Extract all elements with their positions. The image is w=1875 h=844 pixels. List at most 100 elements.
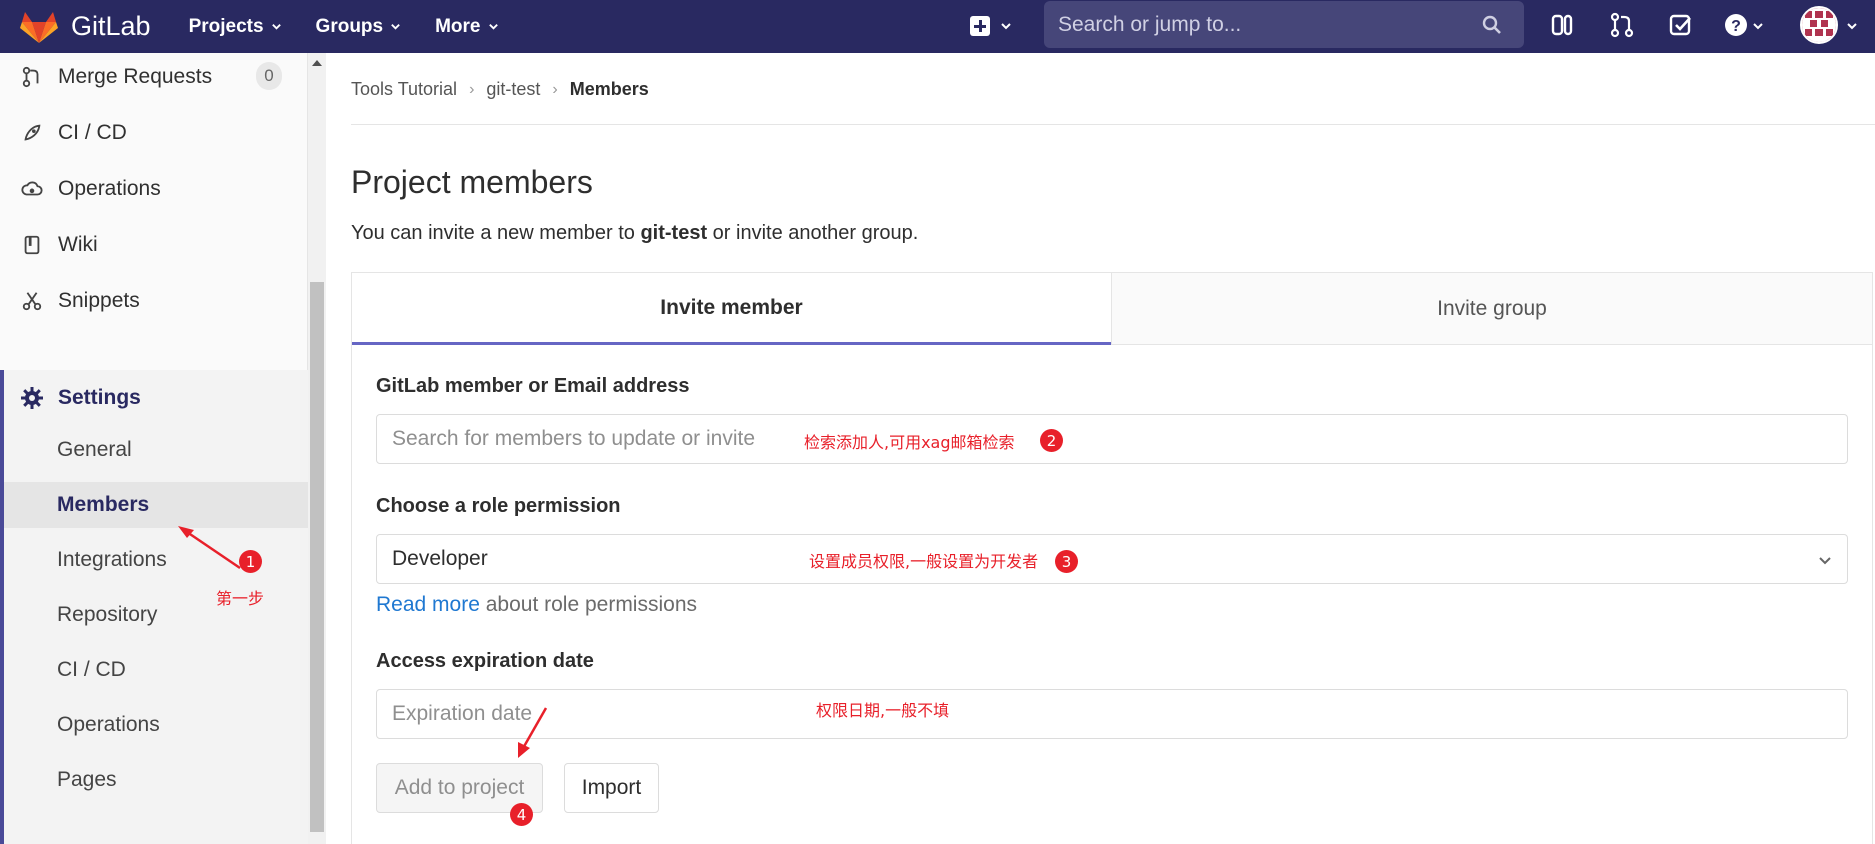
nav-groups-label: Groups <box>315 15 384 37</box>
sidebar-subitem-members[interactable]: Members <box>4 482 308 528</box>
role-help-text: Read more about role permissions <box>376 593 697 617</box>
breadcrumb: Tools Tutorial › git-test › Members <box>351 79 649 100</box>
help-icon[interactable]: ? <box>1724 12 1750 38</box>
plus-square-icon <box>970 16 990 36</box>
nav-groups-menu[interactable]: Groups <box>316 16 402 38</box>
annotation-role-note: 设置成员权限,一般设置为开发者 <box>809 552 1039 571</box>
nav-menu: Projects Groups More <box>189 16 533 38</box>
expiration-field-label: Access expiration date <box>376 650 594 672</box>
todo-icon[interactable] <box>1668 12 1694 38</box>
tab-invite-member[interactable]: Invite member <box>352 273 1111 345</box>
chevron-down-icon <box>1753 23 1763 30</box>
divider <box>351 124 1875 125</box>
sidebar-subitem-ci-cd[interactable]: CI / CD <box>4 647 308 693</box>
sidebar-subitem-label: Operations <box>57 713 160 736</box>
search-icon <box>1482 15 1501 34</box>
sidebar-item-wiki[interactable]: Wiki <box>0 217 306 273</box>
scissors-icon <box>20 289 44 313</box>
import-button[interactable]: Import <box>564 763 659 813</box>
tab-invite-group[interactable]: Invite group <box>1111 273 1872 345</box>
sidebar-scrollbar-thumb[interactable] <box>310 282 324 832</box>
intro-prefix: You can invite a new member to <box>351 222 641 244</box>
gitlab-logo[interactable]: GitLab <box>20 0 151 53</box>
sidebar-subitem-label: CI / CD <box>57 658 126 681</box>
cloud-gear-icon <box>20 177 44 201</box>
chevron-down-icon <box>1001 23 1011 30</box>
breadcrumb-group-link[interactable]: Tools Tutorial <box>351 79 457 100</box>
sidebar-item-snippets[interactable]: Snippets <box>0 273 306 329</box>
member-search-field[interactable] <box>376 414 1848 464</box>
sidebar-subitem-label: Integrations <box>57 548 167 571</box>
annotation-expiry-note: 权限日期,一般不填 <box>816 701 950 720</box>
sidebar-item-label: Merge Requests <box>58 65 213 88</box>
role-select[interactable]: Developer <box>376 534 1848 584</box>
annotation-number-1: 1 <box>239 550 262 573</box>
sidebar-item-ci-cd[interactable]: CI / CD <box>0 105 306 161</box>
page-intro: You can invite a new member to git-test … <box>351 222 918 245</box>
sidebar-subitem-label: Pages <box>57 768 117 791</box>
sidebar-subitem-label: Members <box>57 493 150 516</box>
nav-more-label: More <box>435 15 481 37</box>
new-dropdown-button[interactable] <box>970 12 1012 40</box>
gitlab-tanuki-icon <box>20 11 58 43</box>
breadcrumb-current[interactable]: Members <box>570 79 649 100</box>
book-icon <box>20 233 44 257</box>
sidebar-item-label: Operations <box>58 177 161 200</box>
sidebar-item-settings[interactable]: Settings <box>0 370 306 426</box>
identicon-avatar-icon <box>1802 8 1836 42</box>
sidebar-item-label: CI / CD <box>58 121 127 144</box>
chevron-right-icon: › <box>552 80 558 98</box>
user-avatar[interactable] <box>1800 6 1838 44</box>
intro-suffix: or invite another group. <box>707 222 919 244</box>
rocket-icon <box>20 121 44 145</box>
sidebar-item-label: Settings <box>58 386 141 409</box>
page-title: Project members <box>351 164 593 200</box>
role-field-label: Choose a role permission <box>376 495 621 517</box>
chevron-right-icon: › <box>469 80 475 98</box>
breadcrumb-project-link[interactable]: git-test <box>486 79 540 100</box>
sidebar-subitem-pages[interactable]: Pages <box>4 757 308 803</box>
annotation-arrow-step4 <box>518 707 548 758</box>
merge-request-icon[interactable] <box>1609 12 1635 38</box>
sidebar-subitem-label: Repository <box>57 603 158 626</box>
nav-projects-menu[interactable]: Projects <box>189 16 282 38</box>
sidebar-item-label: Wiki <box>58 233 98 256</box>
sidebar-item-operations[interactable]: Operations <box>0 161 306 217</box>
gitlab-brand-text: GitLab <box>71 11 151 41</box>
top-navbar: GitLab Projects Groups More ? <box>0 0 1875 53</box>
annotation-step1-text: 第一步 <box>216 589 265 608</box>
member-field-label: GitLab member or Email address <box>376 375 690 397</box>
search-input[interactable] <box>1058 12 1478 37</box>
expiration-date-field[interactable] <box>376 689 1848 739</box>
sidebar-subitem-integrations[interactable]: Integrations <box>4 537 308 583</box>
scroll-up-arrow-icon[interactable] <box>312 60 322 66</box>
sidebar-subitem-general[interactable]: General <box>4 427 308 473</box>
sidebar-subitem-label: General <box>57 438 132 461</box>
chevron-down-icon <box>1819 557 1831 565</box>
read-more-link[interactable]: Read more <box>376 593 480 616</box>
sidebar-item-merge-requests[interactable]: Merge Requests 0 <box>0 49 306 105</box>
annotation-member-note: 检索添加人,可用xag邮箱检索 <box>804 433 1015 452</box>
annotation-number-2: 2 <box>1040 429 1063 452</box>
chevron-down-icon <box>391 24 400 30</box>
svg-text:?: ? <box>1731 18 1741 35</box>
nav-more-menu[interactable]: More <box>435 16 498 38</box>
nav-projects-label: Projects <box>188 15 264 37</box>
chevron-down-icon <box>488 24 498 30</box>
issues-icon[interactable] <box>1550 12 1576 38</box>
expiration-date-input[interactable] <box>392 702 1847 726</box>
role-select-value: Developer <box>392 547 488 570</box>
annotation-number-4: 4 <box>510 803 533 826</box>
intro-project-name: git-test <box>640 222 708 244</box>
read-more-suffix: about role permissions <box>479 593 697 616</box>
member-search-input[interactable] <box>392 427 1847 451</box>
chevron-down-icon <box>1847 23 1857 30</box>
merge-request-icon <box>20 65 44 89</box>
global-search[interactable] <box>1044 1 1524 48</box>
chevron-down-icon <box>271 24 281 30</box>
sidebar-item-label: Snippets <box>58 289 140 312</box>
sidebar-subitem-operations[interactable]: Operations <box>4 702 308 748</box>
count-badge: 0 <box>256 62 282 90</box>
invite-panel: Invite member Invite group GitLab member… <box>351 272 1873 844</box>
annotation-number-3: 3 <box>1055 550 1078 573</box>
